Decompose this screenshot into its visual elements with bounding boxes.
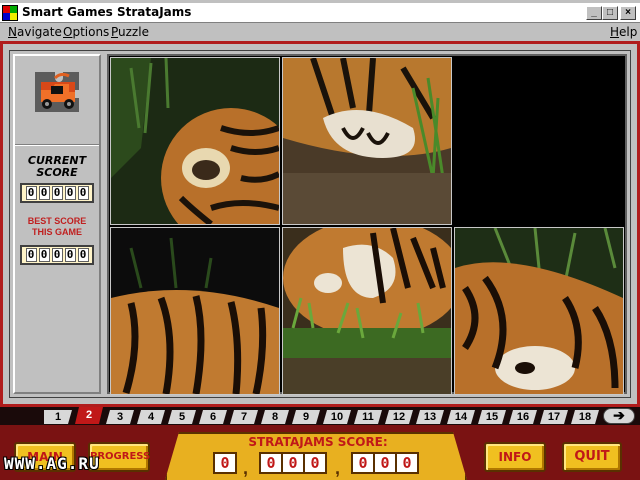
level-tab[interactable]: 1: [44, 410, 72, 424]
game-window: Smart Games StrataJams _ □ × Navigate Op…: [0, 0, 640, 480]
score-digit: 0: [25, 186, 37, 200]
level-tab[interactable]: 7: [230, 410, 258, 424]
score-digit: 0: [215, 454, 235, 472]
level-tab[interactable]: 8: [261, 410, 289, 424]
maximize-button[interactable]: □: [602, 6, 618, 20]
menu-navigate[interactable]: Navigate: [8, 25, 62, 39]
best-score-display: 0 0 0 0 0: [20, 245, 94, 265]
puzzle-board[interactable]: [107, 54, 627, 395]
best-digit: 0: [64, 248, 76, 262]
score-digit: 0: [375, 454, 395, 472]
level-tab[interactable]: 18: [571, 410, 599, 424]
level-tab[interactable]: 11: [354, 410, 382, 424]
menu-puzzle[interactable]: Puzzle: [111, 25, 149, 39]
score-group: 0 0 0: [259, 452, 327, 474]
level-tab-active[interactable]: 2: [75, 407, 103, 424]
menu-options[interactable]: Options: [63, 25, 109, 39]
level-tab[interactable]: 5: [168, 410, 196, 424]
best-digit: 0: [77, 248, 89, 262]
game-frame: CURRENT SCORE 0 0 0 0 0 BEST SCORE THIS …: [0, 41, 640, 443]
best-score-label-2: THIS GAME: [31, 227, 82, 237]
title-bar: Smart Games StrataJams _ □ ×: [0, 3, 640, 23]
puzzle-tile[interactable]: [110, 227, 280, 395]
score-digit: 0: [353, 454, 373, 472]
app-icon[interactable]: [2, 5, 18, 21]
puzzle-tile[interactable]: [110, 57, 280, 225]
score-comma: ,: [335, 458, 341, 478]
score-digit: 0: [283, 454, 303, 472]
best-digit: 0: [25, 248, 37, 262]
stratajams-score-box: STRATAJAMS SCORE: 0 , 0 0 0 , 0 0 0: [165, 432, 467, 480]
score-digit: 0: [77, 186, 89, 200]
level-tab[interactable]: 16: [509, 410, 537, 424]
stratajams-score-label: STRATAJAMS SCORE:: [248, 435, 388, 449]
empty-tile-slot[interactable]: [455, 58, 623, 224]
puzzle-tile[interactable]: [282, 227, 452, 395]
level-tab[interactable]: 13: [416, 410, 444, 424]
menu-help[interactable]: Help: [610, 25, 637, 39]
level-tab[interactable]: 4: [137, 410, 165, 424]
game-inner: CURRENT SCORE 0 0 0 0 0 BEST SCORE THIS …: [9, 50, 631, 443]
level-tab[interactable]: 3: [106, 410, 134, 424]
score-digit: 0: [305, 454, 325, 472]
score-comma: ,: [243, 458, 249, 478]
score-group: 0: [213, 452, 237, 474]
best-score-label: BEST SCORE: [27, 216, 87, 226]
level-tab[interactable]: 17: [540, 410, 568, 424]
score-digit: 0: [397, 454, 417, 472]
level-selector: 1 2 3 4 5 6 7 8 9 10 11 12 13 14 15 16 1…: [0, 407, 640, 425]
score-digit: 0: [51, 186, 63, 200]
next-arrow-icon[interactable]: ➔: [603, 408, 635, 424]
level-tab[interactable]: 12: [385, 410, 413, 424]
quit-button[interactable]: QUIT: [562, 442, 622, 472]
close-button[interactable]: ×: [620, 6, 636, 20]
score-group: 0 0 0: [351, 452, 419, 474]
level-tab[interactable]: 10: [323, 410, 351, 424]
site-watermark: WWW.AG.RU: [4, 454, 100, 473]
best-digit: 0: [51, 248, 63, 262]
best-digit: 0: [38, 248, 50, 262]
level-tab[interactable]: 14: [447, 410, 475, 424]
level-tab[interactable]: 15: [478, 410, 506, 424]
window-title: Smart Games StrataJams: [22, 5, 192, 19]
minimize-button[interactable]: _: [586, 6, 602, 20]
puzzle-tile[interactable]: [282, 57, 452, 225]
smart-games-logo-icon: [35, 72, 79, 112]
level-tab[interactable]: 6: [199, 410, 227, 424]
score-digit: 0: [38, 186, 50, 200]
score-digit: 0: [261, 454, 281, 472]
current-score-label-2: SCORE: [36, 166, 78, 179]
puzzle-tile[interactable]: [454, 227, 624, 395]
info-button[interactable]: INFO: [484, 442, 546, 472]
score-panel: CURRENT SCORE 0 0 0 0 0 BEST SCORE THIS …: [13, 54, 101, 420]
level-tab[interactable]: 9: [292, 410, 320, 424]
current-score-display: 0 0 0 0 0: [20, 183, 94, 203]
menu-bar: Navigate Options Puzzle Help: [0, 23, 640, 41]
score-digit: 0: [64, 186, 76, 200]
panel-divider: [15, 144, 99, 146]
